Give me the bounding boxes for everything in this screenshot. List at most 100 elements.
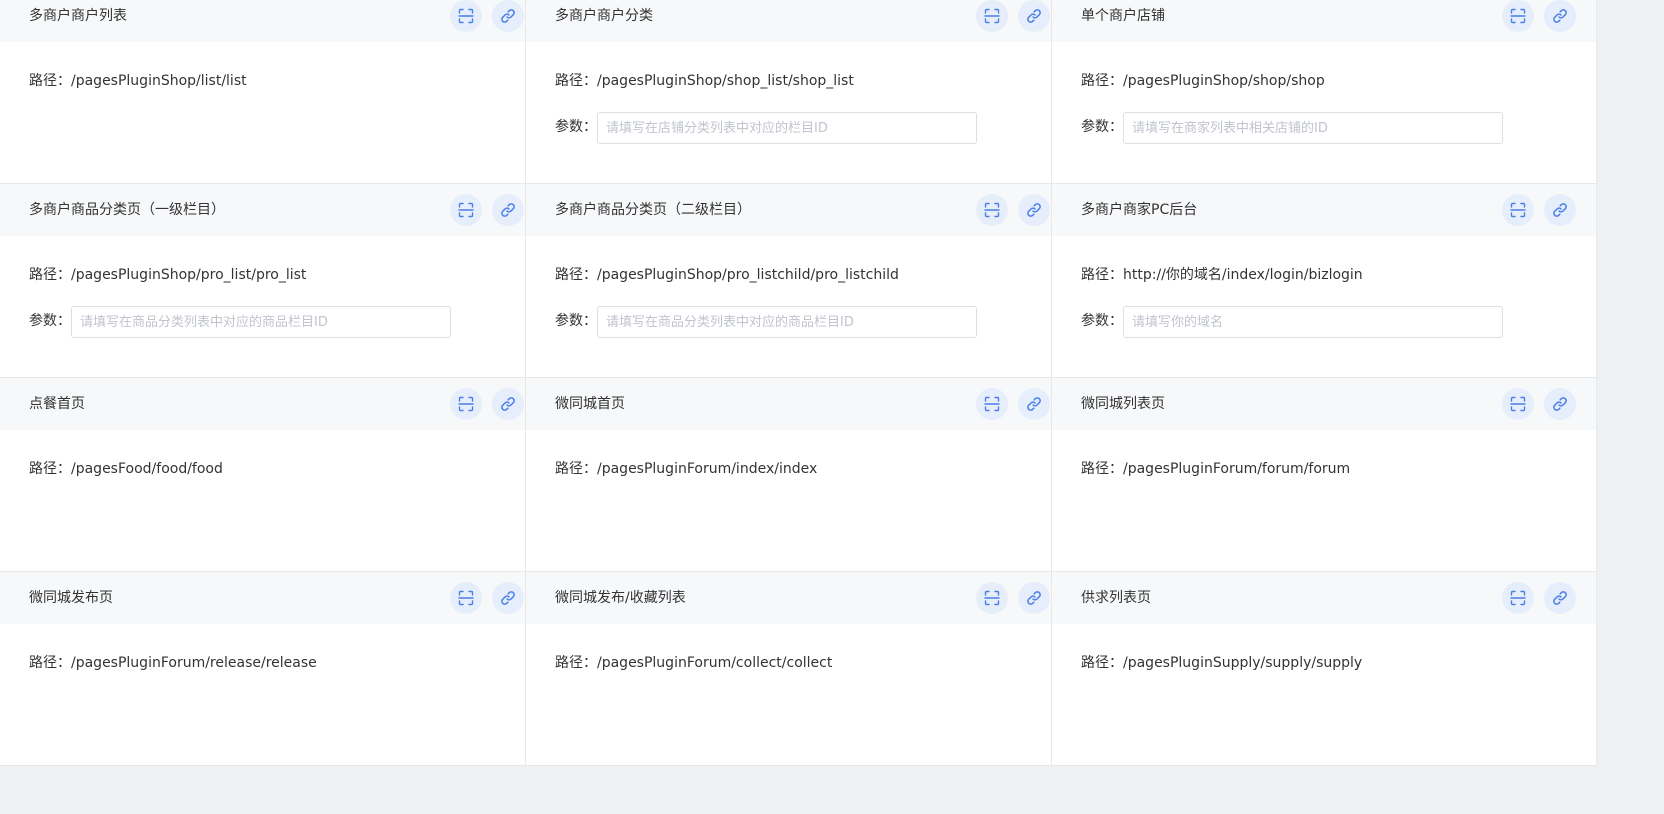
page-link-card: 多商户商户列表 路径：/pagesPluginShop/list/list (0, 0, 545, 184)
path-label: 路径： (1081, 267, 1123, 283)
page-path: 路径：/pagesPluginShop/shop/shop (1081, 71, 1325, 91)
card-title: 微同城列表页 (1081, 396, 1165, 412)
page-link-card: 供求列表页 路径：/pagesPluginSupply/supply/suppl… (1051, 571, 1597, 766)
card-header: 多商户商家PC后台 (1052, 184, 1596, 236)
copy-link-button[interactable] (492, 582, 524, 614)
scan-icon (1510, 590, 1526, 606)
copy-link-button[interactable] (492, 388, 524, 420)
page-link-card: 微同城列表页 路径：/pagesPluginForum/forum/forum (1051, 377, 1597, 572)
page-path: 路径：/pagesPluginForum/index/index (555, 459, 817, 479)
page-link-card: 多商户商品分类页（一级栏目） 路径：/pagesPluginShop/pro_l… (0, 183, 545, 378)
page-path: 路径：/pagesPluginSupply/supply/supply (1081, 653, 1362, 673)
page-link-card: 单个商户店铺 路径：/pagesPluginShop/shop/shop 参数： (1051, 0, 1597, 184)
card-title: 微同城发布/收藏列表 (555, 590, 686, 606)
scan-qrcode-button[interactable] (1502, 388, 1534, 420)
path-label: 路径： (1081, 655, 1123, 671)
param-input[interactable] (71, 306, 451, 338)
link-icon (501, 397, 515, 411)
card-header: 点餐首页 (0, 378, 544, 430)
scan-qrcode-button[interactable] (450, 194, 482, 226)
path-label: 路径： (555, 267, 597, 283)
page-path: 路径：/pagesPluginForum/forum/forum (1081, 459, 1350, 479)
path-label: 路径： (29, 461, 71, 477)
copy-link-button[interactable] (1544, 582, 1576, 614)
scan-qrcode-button[interactable] (1502, 0, 1534, 32)
page-link-card: 点餐首页 路径：/pagesFood/food/food (0, 377, 545, 572)
page-link-card: 微同城首页 路径：/pagesPluginForum/index/index (525, 377, 1071, 572)
copy-link-button[interactable] (1544, 0, 1576, 32)
link-icon (1553, 9, 1567, 23)
scan-icon (458, 396, 474, 412)
copy-link-button[interactable] (1544, 194, 1576, 226)
page-path: 路径：/pagesPluginShop/pro_list/pro_list (29, 265, 306, 285)
page-path: 路径：/pagesPluginForum/release/release (29, 653, 317, 673)
card-title: 单个商户店铺 (1081, 8, 1165, 24)
copy-link-button[interactable] (1544, 388, 1576, 420)
card-title: 微同城首页 (555, 396, 625, 412)
page-link-grid: 多商户商户列表 路径：/pagesPluginShop/list/list 多商… (0, 0, 1664, 814)
path-value: /pagesPluginShop/pro_listchild/pro_listc… (597, 267, 899, 283)
param-label: 参数： (1081, 313, 1123, 329)
copy-link-button[interactable] (1018, 194, 1050, 226)
scan-qrcode-button[interactable] (976, 0, 1008, 32)
path-label: 路径： (1081, 73, 1123, 89)
path-label: 路径： (555, 655, 597, 671)
card-title: 多商户商户列表 (29, 8, 127, 24)
scan-qrcode-button[interactable] (976, 194, 1008, 226)
scan-qrcode-button[interactable] (976, 388, 1008, 420)
path-value: /pagesPluginShop/shop_list/shop_list (597, 73, 854, 89)
path-label: 路径： (1081, 461, 1123, 477)
page-path: 路径：/pagesPluginShop/list/list (29, 71, 247, 91)
scan-qrcode-button[interactable] (976, 582, 1008, 614)
scan-icon (1510, 396, 1526, 412)
copy-link-button[interactable] (492, 0, 524, 32)
page-path: 路径：/pagesPluginForum/collect/collect (555, 653, 832, 673)
card-header: 供求列表页 (1052, 572, 1596, 624)
param-input[interactable] (1123, 112, 1503, 144)
page-link-card: 多商户商品分类页（二级栏目） 路径：/pagesPluginShop/pro_l… (525, 183, 1071, 378)
card-header: 单个商户店铺 (1052, 0, 1596, 42)
card-header: 微同城发布页 (0, 572, 544, 624)
card-title: 多商户商户分类 (555, 8, 653, 24)
scan-qrcode-button[interactable] (1502, 194, 1534, 226)
card-title: 点餐首页 (29, 396, 85, 412)
param-input[interactable] (597, 306, 977, 338)
card-header: 多商户商品分类页（一级栏目） (0, 184, 544, 236)
path-label: 路径： (29, 73, 71, 89)
scan-qrcode-button[interactable] (1502, 582, 1534, 614)
scan-icon (458, 590, 474, 606)
copy-link-button[interactable] (492, 194, 524, 226)
link-icon (1027, 591, 1041, 605)
card-header: 多商户商品分类页（二级栏目） (526, 184, 1070, 236)
param-input[interactable] (597, 112, 977, 144)
card-header: 微同城发布/收藏列表 (526, 572, 1070, 624)
link-icon (1027, 397, 1041, 411)
scan-icon (458, 8, 474, 24)
card-header: 多商户商户分类 (526, 0, 1070, 42)
copy-link-button[interactable] (1018, 388, 1050, 420)
link-icon (1027, 203, 1041, 217)
param-input[interactable] (1123, 306, 1503, 338)
link-icon (1553, 397, 1567, 411)
page-link-card: 微同城发布/收藏列表 路径：/pagesPluginForum/collect/… (525, 571, 1071, 766)
scan-icon (1510, 8, 1526, 24)
path-value: /pagesPluginShop/list/list (71, 73, 247, 89)
link-icon (1553, 203, 1567, 217)
scan-qrcode-button[interactable] (450, 0, 482, 32)
scan-qrcode-button[interactable] (450, 388, 482, 420)
scan-icon (1510, 202, 1526, 218)
link-icon (1027, 9, 1041, 23)
scan-icon (984, 590, 1000, 606)
page-link-card: 微同城发布页 路径：/pagesPluginForum/release/rele… (0, 571, 545, 766)
path-value: http://你的域名/index/login/bizlogin (1123, 267, 1363, 283)
scan-icon (984, 8, 1000, 24)
page-path: 路径：http://你的域名/index/login/bizlogin (1081, 265, 1363, 285)
path-label: 路径： (555, 461, 597, 477)
copy-link-button[interactable] (1018, 582, 1050, 614)
scan-icon (984, 202, 1000, 218)
scan-qrcode-button[interactable] (450, 582, 482, 614)
link-icon (501, 203, 515, 217)
link-icon (1553, 591, 1567, 605)
copy-link-button[interactable] (1018, 0, 1050, 32)
page-link-card: 多商户商家PC后台 路径：http://你的域名/index/login/biz… (1051, 183, 1597, 378)
